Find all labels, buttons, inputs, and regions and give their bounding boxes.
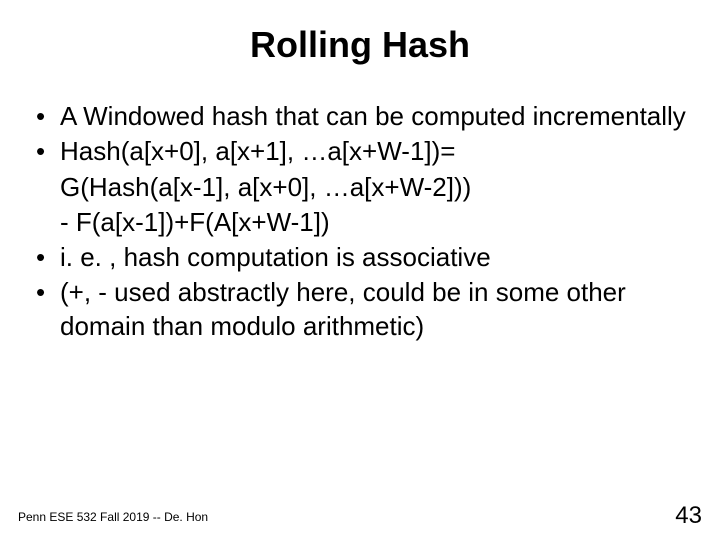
bullet-list: A Windowed hash that can be computed inc…	[30, 100, 690, 169]
bullet-text: (+, - used abstractly here, could be in …	[60, 277, 626, 340]
slide-content: A Windowed hash that can be computed inc…	[30, 100, 690, 343]
slide-title: Rolling Hash	[30, 24, 690, 66]
bullet-continuation: G(Hash(a[x-1], a[x+0], …a[x+W-2]))	[30, 171, 690, 204]
bullet-text: i. e. , hash computation is associative	[60, 242, 491, 272]
slide: Rolling Hash A Windowed hash that can be…	[0, 0, 720, 540]
footer-text: Penn ESE 532 Fall 2019 -- De. Hon	[18, 510, 208, 524]
page-number: 43	[675, 502, 702, 530]
bullet-item: (+, - used abstractly here, could be in …	[30, 276, 690, 343]
bullet-text: A Windowed hash that can be computed inc…	[60, 101, 686, 131]
bullet-item: Hash(a[x+0], a[x+1], …a[x+W-1])=	[30, 135, 690, 168]
bullet-continuation: - F(a[x-1])+F(A[x+W-1])	[30, 206, 690, 239]
bullet-list: i. e. , hash computation is associative …	[30, 241, 690, 343]
bullet-text: Hash(a[x+0], a[x+1], …a[x+W-1])=	[60, 136, 455, 166]
bullet-item: i. e. , hash computation is associative	[30, 241, 690, 274]
bullet-item: A Windowed hash that can be computed inc…	[30, 100, 690, 133]
